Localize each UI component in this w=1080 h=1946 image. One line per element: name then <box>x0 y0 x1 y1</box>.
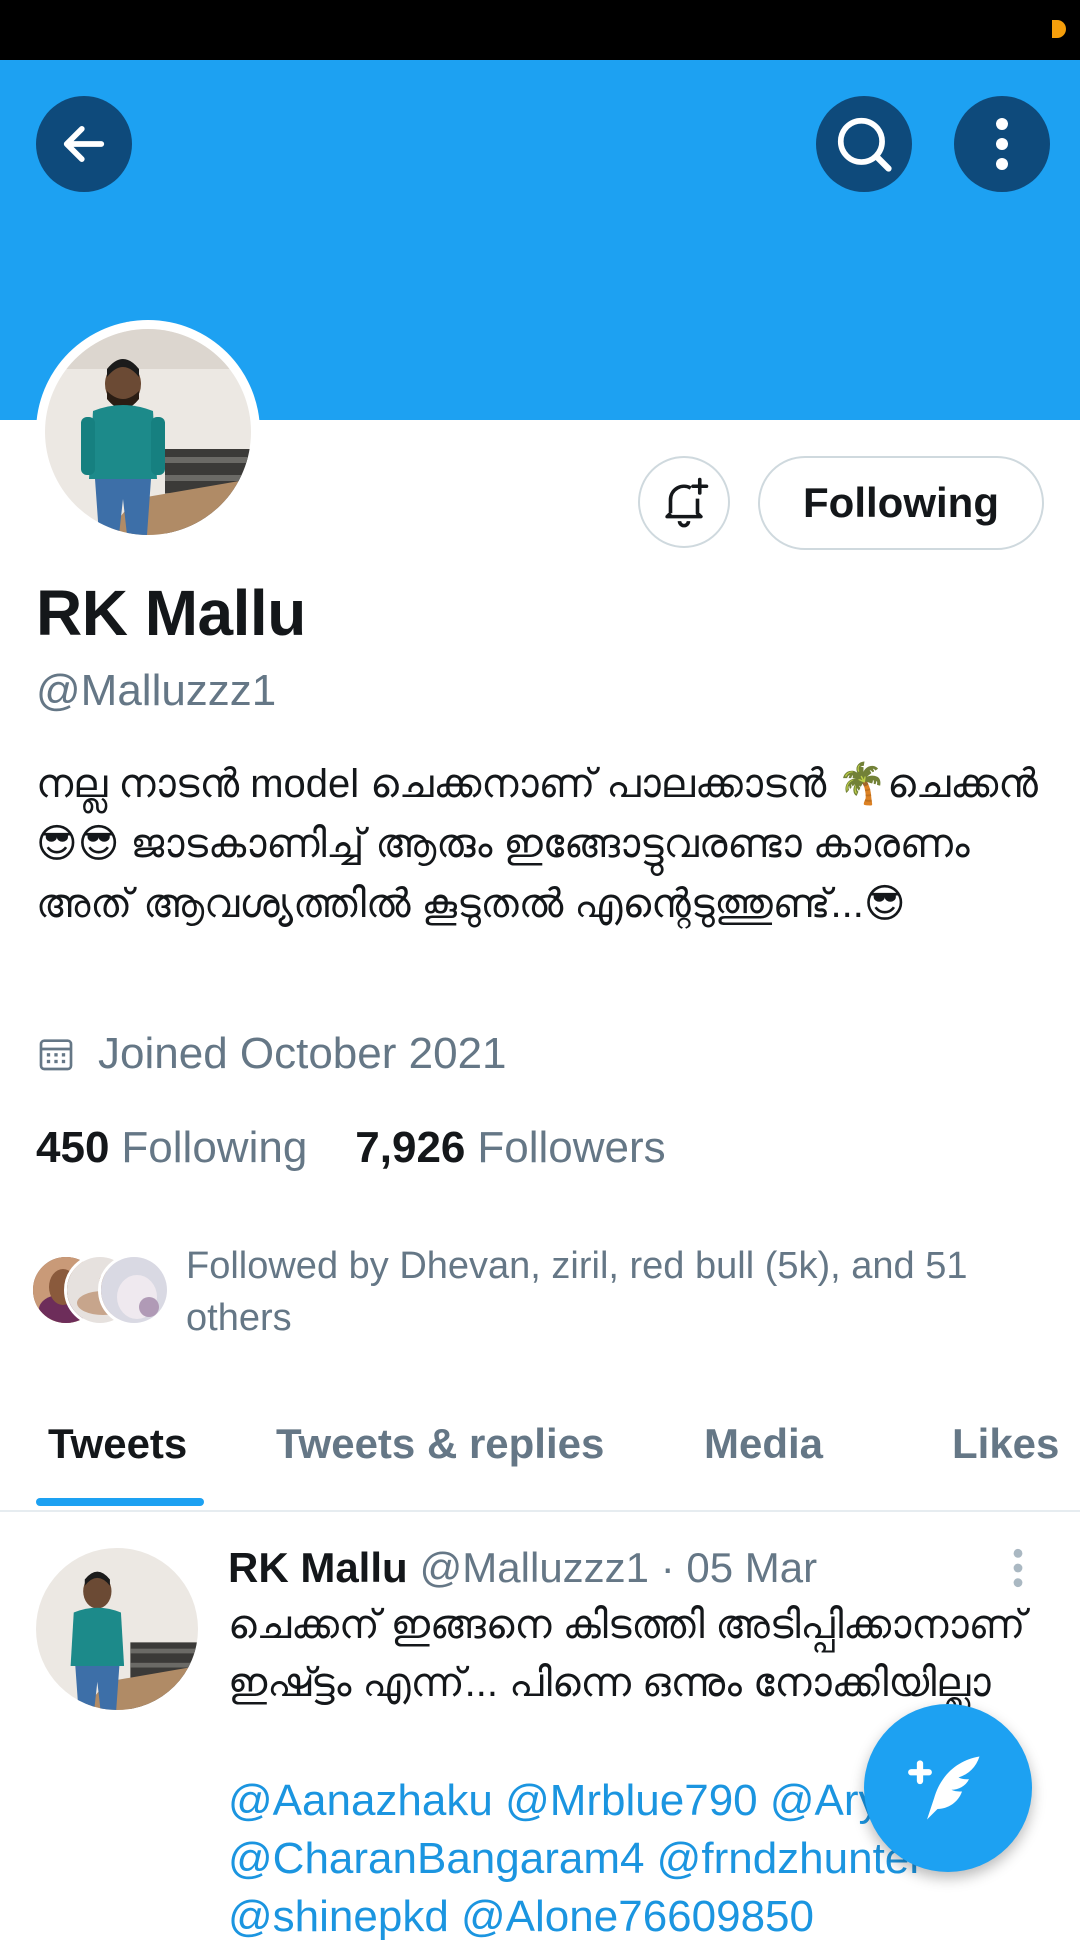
status-bar <box>0 0 1080 60</box>
tab-tweets-replies[interactable]: Tweets & replies <box>276 1420 604 1468</box>
following-button[interactable]: Following <box>758 456 1044 550</box>
search-button[interactable] <box>816 96 912 192</box>
tweet-author-name[interactable]: RK Mallu <box>228 1544 408 1592</box>
profile-photo <box>45 329 251 535</box>
tweet-more-icon[interactable] <box>1006 1546 1030 1590</box>
notifications-toggle-button[interactable] <box>638 456 730 548</box>
profile-avatar[interactable] <box>36 320 260 544</box>
followers-stat-link[interactable]: 7,926 Followers <box>355 1123 665 1173</box>
follow-stats: 450 Following 7,926 Followers <box>36 1120 666 1176</box>
profile-display-name: RK Mallu <box>36 577 306 649</box>
profile-tabs: Tweets Tweets & replies Media Likes <box>0 1400 1080 1512</box>
search-icon <box>837 117 892 172</box>
tweet-header: RK Mallu @Malluzzz1 · 05 Mar <box>228 1538 817 1598</box>
more-options-button[interactable] <box>954 96 1050 192</box>
active-tab-indicator <box>36 1498 204 1506</box>
followers-count: 7,926 <box>355 1123 466 1172</box>
following-count: 450 <box>36 1123 110 1172</box>
following-stat-link[interactable]: 450 Following <box>36 1123 307 1173</box>
more-vertical-icon <box>996 118 1008 170</box>
compose-tweet-button[interactable] <box>864 1704 1032 1872</box>
tab-media[interactable]: Media <box>704 1420 823 1468</box>
joined-text: Joined October 2021 <box>98 1029 507 1078</box>
followed-by-avatars[interactable] <box>30 1254 170 1326</box>
arrow-left-icon <box>63 126 105 162</box>
tweet-meta: @Malluzzz1 · 05 Mar <box>419 1544 818 1591</box>
tab-tweets[interactable]: Tweets <box>48 1420 187 1468</box>
tab-likes[interactable]: Likes <box>952 1420 1059 1468</box>
battery-indicator <box>1052 20 1066 38</box>
avatar <box>98 1254 170 1326</box>
joined-date: Joined October 2021 <box>36 1026 507 1082</box>
followers-label: Followers <box>477 1123 666 1172</box>
tweet-text: ചെക്കന് ഇങ്ങനെ കിടത്തി അടിപ്പിക്കാനാണ് ഇ… <box>228 1603 1026 1705</box>
bell-plus-icon <box>665 477 709 528</box>
following-label: Following <box>121 1123 308 1172</box>
profile-handle: @Malluzzz1 <box>36 666 277 715</box>
back-button[interactable] <box>36 96 132 192</box>
profile-bio: നല്ല നാടൻ model ചെക്കനാണ് പാലക്കാടൻ 🌴ചെക… <box>36 762 1038 926</box>
compose-tweet-icon <box>908 1756 980 1820</box>
tweet-avatar[interactable] <box>36 1548 198 1710</box>
calendar-icon <box>39 1039 73 1071</box>
followed-by-text[interactable]: Followed by Dhevan, ziril, red bull (5k)… <box>186 1240 1046 1344</box>
